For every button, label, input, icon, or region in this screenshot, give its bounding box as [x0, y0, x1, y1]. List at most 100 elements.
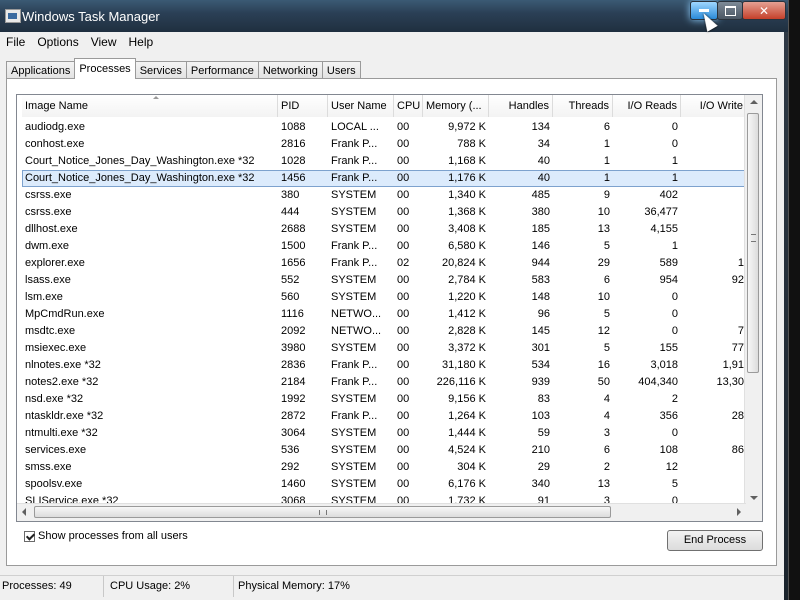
column-header-io-writes[interactable]: I/O Write	[681, 95, 747, 117]
cell-user-name: SYSTEM	[331, 206, 377, 218]
close-icon: ✕	[758, 3, 770, 18]
process-row[interactable]: spoolsv.exe 1460 SYSTEM 00 6,176 K 340 13 5	[22, 476, 747, 493]
column-header-threads[interactable]: Threads	[553, 95, 613, 117]
cell-image-name: spoolsv.exe	[25, 478, 83, 490]
cell-cpu: 00	[397, 444, 410, 456]
scroll-down-icon[interactable]	[750, 496, 758, 500]
process-row[interactable]: Court_Notice_Jones_Day_Washington.exe *3…	[22, 153, 747, 170]
process-row[interactable]: dllhost.exe 2688 SYSTEM 00 3,408 K 185 13 4,155	[22, 221, 747, 238]
scroll-up-icon[interactable]	[750, 100, 758, 104]
cell-cpu: 00	[397, 325, 410, 337]
column-header-handles[interactable]: Handles	[489, 95, 553, 117]
process-row[interactable]: ntaskldr.exe *32 2872 Frank P... 00 1,264 K 1…	[22, 408, 747, 425]
client-area: File Options View Help Applications Proc…	[0, 32, 784, 600]
cell-pid: 2184	[281, 376, 306, 388]
cell-image-name: Court_Notice_Jones_Day_Washington.exe *3…	[25, 172, 255, 184]
title-bar[interactable]: Windows Task Manager ✕	[0, 0, 788, 32]
column-header-user-name[interactable]: User Name	[328, 95, 394, 117]
cell-threads: 50	[597, 376, 610, 388]
column-header-io-reads[interactable]: I/O Reads	[613, 95, 681, 117]
column-header-cpu[interactable]: CPU	[394, 95, 423, 117]
process-row[interactable]: lsm.exe 560 SYSTEM 00 1,220 K 148 10 0	[22, 289, 747, 306]
process-row[interactable]: MpCmdRun.exe 1116 NETWO... 00 1,412 K 96 5 0	[22, 306, 747, 323]
tab-networking[interactable]: Networking	[257, 61, 323, 79]
process-row[interactable]: notes2.exe *32 2184 Frank P... 00 226,116 K 9…	[22, 374, 747, 391]
column-header-memory[interactable]: Memory (...	[423, 95, 489, 117]
process-row[interactable]: Court_Notice_Jones_Day_Washington.exe *3…	[22, 170, 747, 187]
cell-handles: 340	[531, 478, 550, 490]
process-row[interactable]: services.exe 536 SYSTEM 00 4,524 K 210 6 108 86	[22, 442, 747, 459]
cell-user-name: SYSTEM	[331, 274, 377, 286]
cell-handles: 534	[531, 359, 550, 371]
process-row[interactable]: nlnotes.exe *32 2836 Frank P... 00 31,180 K 5…	[22, 357, 747, 374]
menu-options[interactable]: Options	[31, 32, 84, 52]
maximize-icon	[724, 5, 736, 16]
tab-processes[interactable]: Processes	[74, 58, 136, 79]
horizontal-scroll-thumb[interactable]	[34, 506, 611, 518]
cell-image-name: csrss.exe	[25, 206, 72, 218]
process-row[interactable]: lsass.exe 552 SYSTEM 00 2,784 K 583 6 954 92	[22, 272, 747, 289]
menu-view[interactable]: View	[85, 32, 123, 52]
process-row[interactable]: explorer.exe 1656 Frank P... 02 20,824 K 944 2…	[22, 255, 747, 272]
show-all-users-checkbox[interactable]	[24, 530, 35, 542]
cell-threads: 12	[597, 325, 610, 337]
cell-threads: 1	[603, 155, 610, 167]
cell-image-name: explorer.exe	[25, 257, 85, 269]
cell-io-reads: 155	[659, 342, 678, 354]
cell-memory: 1,340 K	[448, 189, 486, 201]
cell-cpu: 00	[397, 393, 410, 405]
cell-handles: 134	[531, 121, 550, 133]
vertical-scroll-thumb[interactable]	[747, 113, 759, 373]
menu-help[interactable]: Help	[123, 32, 160, 52]
tab-users[interactable]: Users	[321, 61, 361, 79]
process-rows: audiodg.exe 1088 LOCAL ... 00 9,972 K 134 6 0 co…	[22, 119, 747, 505]
cell-image-name: msdtc.exe	[25, 325, 76, 337]
cell-user-name: SYSTEM	[331, 291, 377, 303]
cell-io-reads: 0	[671, 138, 678, 150]
process-row[interactable]: ntmulti.exe *32 3064 SYSTEM 00 1,444 K 59 3 0	[22, 425, 747, 442]
menu-file[interactable]: File	[0, 32, 31, 52]
cell-cpu: 02	[397, 257, 410, 269]
column-header-pid[interactable]: PID	[278, 95, 328, 117]
show-all-users-option[interactable]: Show processes from all users	[24, 530, 188, 542]
column-header-image-name[interactable]: Image Name	[22, 95, 278, 117]
process-row[interactable]: smss.exe 292 SYSTEM 00 304 K 29 2 12	[22, 459, 747, 476]
process-row[interactable]: audiodg.exe 1088 LOCAL ... 00 9,972 K 134 6 0	[22, 119, 747, 136]
cell-user-name: SYSTEM	[331, 223, 377, 235]
tab-performance[interactable]: Performance	[185, 61, 259, 79]
scroll-right-icon[interactable]	[737, 508, 741, 516]
horizontal-scrollbar[interactable]	[17, 503, 746, 521]
cell-pid: 1500	[281, 240, 306, 252]
cell-threads: 29	[597, 257, 610, 269]
cell-memory: 1,176 K	[448, 172, 486, 184]
cell-cpu: 00	[397, 172, 410, 184]
process-row[interactable]: conhost.exe 2816 Frank P... 00 788 K 34 1 0	[22, 136, 747, 153]
show-all-users-label[interactable]: Show processes from all users	[38, 530, 188, 542]
cell-io-reads: 954	[659, 274, 678, 286]
process-row[interactable]: csrss.exe 444 SYSTEM 00 1,368 K 380 10 36,477	[22, 204, 747, 221]
cell-image-name: dwm.exe	[25, 240, 70, 252]
vertical-scrollbar[interactable]	[744, 95, 762, 505]
tab-services[interactable]: Services	[134, 61, 187, 79]
cell-handles: 34	[537, 138, 550, 150]
process-row[interactable]: msdtc.exe 2092 NETWO... 00 2,828 K 145 12 0 7	[22, 323, 747, 340]
cell-image-name: msiexec.exe	[25, 342, 87, 354]
close-button[interactable]: ✕	[742, 1, 786, 20]
process-row[interactable]: nsd.exe *32 1992 SYSTEM 00 9,156 K 83 4 2	[22, 391, 747, 408]
cell-io-reads: 108	[659, 444, 678, 456]
scroll-left-icon[interactable]	[22, 508, 26, 516]
cell-memory: 304 K	[457, 461, 486, 473]
process-row[interactable]: dwm.exe 1500 Frank P... 00 6,580 K 146 5 1	[22, 238, 747, 255]
maximize-button[interactable]	[717, 1, 743, 20]
cell-io-reads: 12	[665, 461, 678, 473]
process-row[interactable]: msiexec.exe 3980 SYSTEM 00 3,372 K 301 5 155 77	[22, 340, 747, 357]
process-row[interactable]: csrss.exe 380 SYSTEM 00 1,340 K 485 9 402	[22, 187, 747, 204]
process-list[interactable]: Image Name PID User Name CPU Memory (...…	[16, 94, 763, 522]
tab-applications[interactable]: Applications	[6, 61, 76, 79]
cell-image-name: ntmulti.exe *32	[25, 427, 98, 439]
end-process-button[interactable]: End Process	[667, 530, 763, 551]
cell-image-name: smss.exe	[25, 461, 72, 473]
cell-io-reads: 0	[671, 325, 678, 337]
cell-io-writes: 86	[731, 444, 744, 456]
cell-image-name: ntaskldr.exe *32	[25, 410, 104, 422]
